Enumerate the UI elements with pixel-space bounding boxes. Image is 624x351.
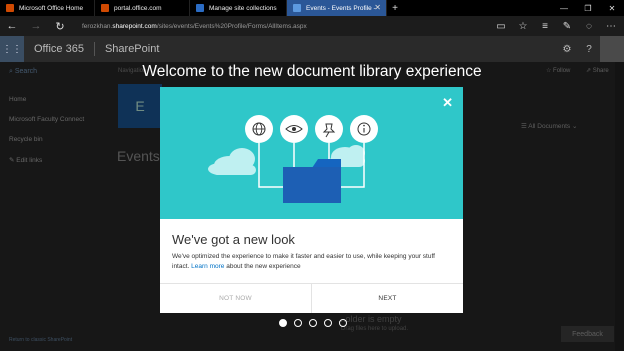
forward-icon[interactable]: → xyxy=(24,16,48,36)
browser-tab[interactable]: Microsoft Office Home xyxy=(0,0,95,16)
url-prefix: ferozkhan. xyxy=(82,22,113,30)
browser-tab-bar: Microsoft Office Home portal.office.com … xyxy=(0,0,624,16)
app-launcher-icon[interactable]: ⋮⋮ xyxy=(0,36,24,62)
browser-tab[interactable]: portal.office.com xyxy=(95,0,190,16)
library-illustration xyxy=(208,115,378,203)
url-domain: sharepoint.com xyxy=(112,22,157,30)
favorite-star-icon[interactable]: ☆ xyxy=(514,21,532,32)
browser-tab[interactable]: Manage site collections xyxy=(190,0,287,16)
welcome-heading: Welcome to the new document library expe… xyxy=(142,63,482,80)
maximize-icon[interactable]: ❐ xyxy=(576,0,600,16)
carousel-dots xyxy=(279,319,347,327)
browser-tab-active[interactable]: Events - Events Profile - ✕ xyxy=(287,0,387,16)
tab-title: Manage site collections xyxy=(209,4,277,12)
globe-icon xyxy=(245,115,273,143)
divider xyxy=(93,42,95,56)
dialog-footer: NOT NOW NEXT xyxy=(160,283,463,313)
eye-icon xyxy=(280,115,308,143)
reading-view-icon[interactable]: ▭ xyxy=(492,21,510,32)
close-tab-icon[interactable]: ✕ xyxy=(374,3,381,12)
hub-icon[interactable]: ≡ xyxy=(536,21,554,32)
settings-gear-icon[interactable]: ⚙ xyxy=(556,44,578,55)
sharepoint-title[interactable]: SharePoint xyxy=(105,43,159,55)
learn-more-link[interactable]: Learn more xyxy=(191,263,224,270)
folder-icon xyxy=(283,159,341,203)
sharepoint-icon xyxy=(196,4,204,12)
notes-icon[interactable]: ✎ xyxy=(558,21,576,32)
pin-icon xyxy=(315,115,343,143)
tab-title: portal.office.com xyxy=(114,4,162,12)
office365-title[interactable]: Office 365 xyxy=(34,43,84,55)
share-icon[interactable]: ◌ xyxy=(580,21,598,32)
back-icon[interactable]: ← xyxy=(0,16,24,36)
tab-title: Microsoft Office Home xyxy=(19,4,84,12)
url-path: /sites/events/Events%20Profile/Forms/All… xyxy=(156,22,307,30)
close-window-icon[interactable]: ✕ xyxy=(600,0,624,16)
cloud-icon xyxy=(208,148,256,175)
office-icon xyxy=(6,4,14,12)
address-bar: ← → ↻ ferozkhan.sharepoint.com/sites/eve… xyxy=(0,16,624,36)
tab-title: Events - Events Profile - xyxy=(306,4,376,12)
avatar[interactable] xyxy=(600,36,624,62)
office-suite-bar: ⋮⋮ Office 365 SharePoint ⚙ ? xyxy=(0,36,624,62)
more-icon[interactable]: ⋯ xyxy=(602,21,620,32)
office-icon xyxy=(101,4,109,12)
dialog-hero-illustration: ✕ xyxy=(160,87,463,219)
info-icon xyxy=(350,115,378,143)
carousel-dot[interactable] xyxy=(279,319,287,327)
minimize-icon[interactable]: — xyxy=(552,0,576,16)
sharepoint-icon xyxy=(293,4,301,12)
close-icon[interactable]: ✕ xyxy=(442,95,453,111)
url-field[interactable]: ferozkhan.sharepoint.com/sites/events/Ev… xyxy=(82,23,492,30)
dialog-body: We've optimized the experience to make i… xyxy=(172,252,452,271)
not-now-button[interactable]: NOT NOW xyxy=(160,284,312,313)
help-icon[interactable]: ? xyxy=(578,44,600,55)
refresh-icon[interactable]: ↻ xyxy=(48,16,72,36)
carousel-dot[interactable] xyxy=(294,319,302,327)
new-look-dialog: ✕ We've got a new look We've optimized t… xyxy=(160,87,463,313)
dialog-body-text-end: about the new experience xyxy=(224,262,301,270)
dialog-title: We've got a new look xyxy=(172,232,295,247)
next-button[interactable]: NEXT xyxy=(312,284,463,313)
carousel-dot[interactable] xyxy=(339,319,347,327)
carousel-dot[interactable] xyxy=(309,319,317,327)
carousel-dot[interactable] xyxy=(324,319,332,327)
new-tab-button[interactable]: + xyxy=(387,0,403,16)
